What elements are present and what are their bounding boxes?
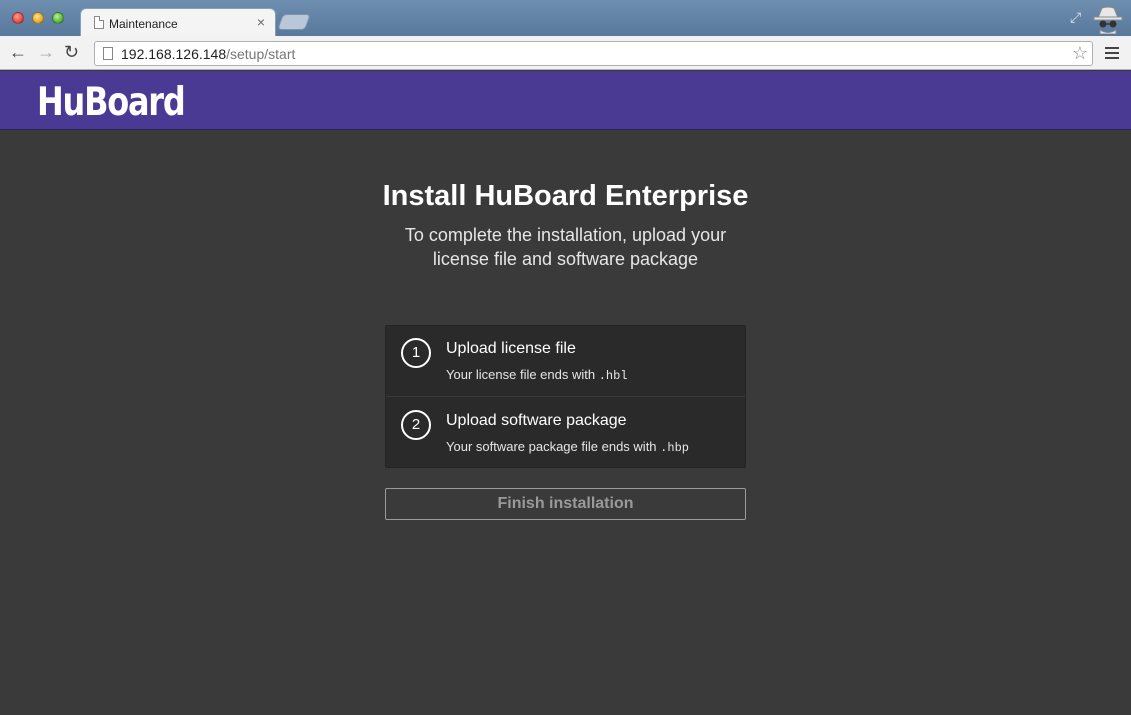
step-desc-text: Your license file ends with — [446, 367, 596, 382]
step-description: Your software package file ends with .hb… — [446, 439, 689, 455]
window-zoom-button[interactable] — [52, 12, 64, 24]
tab-title: Maintenance — [109, 17, 178, 31]
step-number: 1 — [401, 338, 431, 368]
tab-close-icon[interactable]: × — [257, 14, 265, 30]
page-icon — [94, 16, 104, 29]
incognito-icon — [1093, 6, 1123, 34]
browser-titlebar: Maintenance × ⤢ — [0, 0, 1131, 36]
step-description: Your license file ends with .hbl — [446, 367, 628, 383]
page-icon — [103, 47, 113, 60]
step-title: Upload license file — [446, 340, 576, 357]
url-text[interactable]: 192.168.126.148/setup/start — [121, 46, 295, 62]
page-title: Install HuBoard Enterprise — [382, 180, 749, 212]
page-subtitle: To complete the installation, upload you… — [404, 225, 727, 269]
url-path: /setup/start — [226, 46, 296, 62]
arrow-left-icon[interactable]: ← — [9, 42, 27, 63]
step-title: Upload software package — [446, 412, 627, 429]
address-bar[interactable]: 192.168.126.148/setup/start ☆ — [94, 41, 1093, 66]
browser-tab[interactable]: Maintenance × — [80, 8, 276, 36]
window-minimize-button[interactable] — [32, 12, 44, 24]
browser-toolbar: ← → ↻ 192.168.126.148/setup/start ☆ — [0, 36, 1131, 70]
app-header: HuBoard — [0, 71, 1131, 130]
upload-license-step[interactable]: 1 Upload license file Your license file … — [386, 326, 745, 397]
reload-icon[interactable]: ↻ — [64, 42, 79, 63]
new-tab-button[interactable] — [277, 14, 311, 30]
star-icon[interactable]: ☆ — [1072, 43, 1088, 64]
file-extension: .hbl — [598, 369, 628, 383]
main-content: Install HuBoard Enterprise To complete t… — [0, 130, 1131, 715]
step-number: 2 — [401, 410, 431, 440]
upload-package-step[interactable]: 2 Upload software package Your software … — [386, 398, 745, 469]
step-desc-text: Your software package file ends with — [446, 439, 657, 454]
hamburger-menu-icon[interactable] — [1105, 47, 1119, 62]
huboard-logo[interactable]: HuBoard — [37, 80, 186, 125]
file-extension: .hbp — [660, 441, 689, 455]
expand-icon[interactable]: ⤢ — [1070, 9, 1081, 26]
install-steps: 1 Upload license file Your license file … — [385, 325, 746, 468]
arrow-right-icon[interactable]: → — [37, 42, 55, 63]
finish-installation-button[interactable]: Finish installation — [385, 488, 746, 520]
url-host: 192.168.126.148 — [121, 46, 227, 62]
window-close-button[interactable] — [12, 12, 24, 24]
